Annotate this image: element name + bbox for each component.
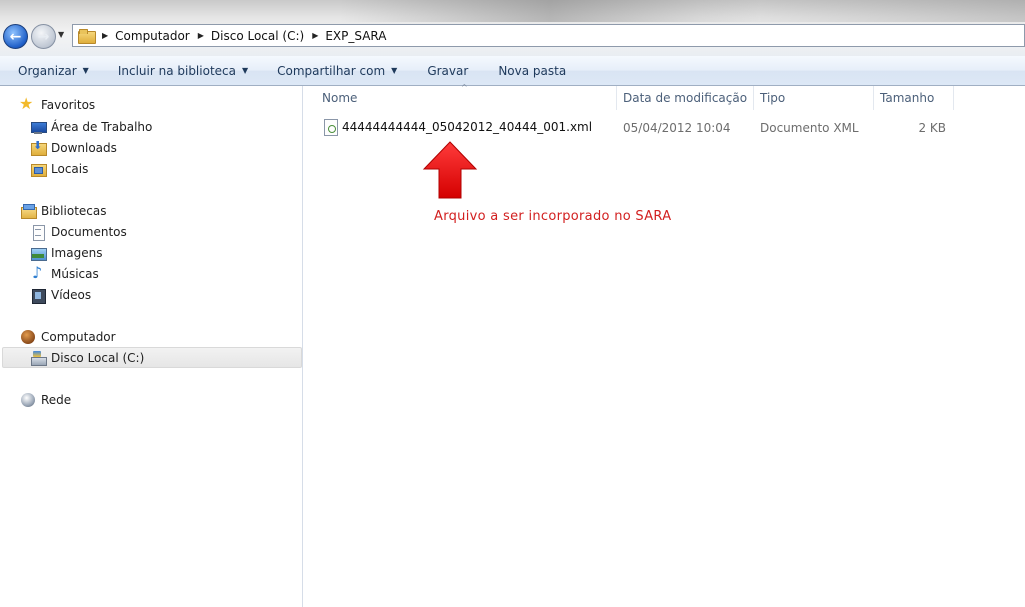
new-folder-label: Nova pasta bbox=[498, 63, 567, 78]
folder-icon bbox=[78, 29, 96, 44]
nav-item-label: Locais bbox=[51, 162, 89, 176]
nav-item-downloads[interactable]: Downloads bbox=[30, 138, 117, 158]
navigation-pane: Favoritos Área de Trabalho Downloads Loc… bbox=[0, 86, 303, 607]
nav-item-local-disk[interactable]: Disco Local (C:) bbox=[30, 348, 144, 368]
column-header-type[interactable]: Tipo bbox=[754, 86, 874, 110]
arrow-right-icon: → bbox=[37, 28, 50, 45]
chevron-down-icon: ▼ bbox=[241, 66, 249, 75]
film-strip-icon bbox=[30, 287, 46, 304]
breadcrumb-separator-icon[interactable]: ▶ bbox=[102, 31, 108, 40]
xml-file-icon bbox=[324, 119, 338, 136]
breadcrumb-separator-icon[interactable]: ▶ bbox=[198, 31, 204, 40]
nav-item-label: Disco Local (C:) bbox=[51, 351, 145, 365]
chevron-down-icon: ▼ bbox=[391, 66, 398, 75]
breadcrumb-local-disk[interactable]: Disco Local (C:) bbox=[211, 29, 304, 43]
file-name: 44444444444_05042012_40444_001.xml bbox=[342, 120, 593, 134]
recent-places-icon bbox=[30, 161, 47, 177]
computer-icon bbox=[20, 329, 36, 345]
organize-label: Organizar bbox=[18, 63, 77, 78]
nav-item-documents[interactable]: Documentos bbox=[30, 222, 127, 242]
star-icon bbox=[19, 94, 36, 113]
window-title-bar: ← → ▼ ▶ Computador ▶ Disco Local (C:) ▶ … bbox=[0, 0, 1025, 56]
nav-item-videos[interactable]: Vídeos bbox=[30, 285, 91, 305]
breadcrumb-computer[interactable]: Computador bbox=[115, 29, 190, 43]
nav-computer-label: Computador bbox=[41, 330, 116, 344]
organize-menu-button[interactable]: Organizar ▼ bbox=[18, 64, 89, 78]
column-header-name[interactable]: Nome bbox=[316, 86, 617, 110]
file-type: Documento XML bbox=[760, 121, 859, 135]
blurred-title-region-right bbox=[700, 0, 1025, 22]
file-size: 2 KB bbox=[918, 121, 946, 135]
back-button[interactable]: ← bbox=[3, 24, 28, 49]
nav-libraries-label: Bibliotecas bbox=[41, 204, 107, 218]
column-header-label: Nome bbox=[322, 91, 358, 105]
nav-item-images[interactable]: Imagens bbox=[30, 243, 102, 263]
blurred-title-region bbox=[340, 0, 760, 22]
file-modified: 05/04/2012 10:04 bbox=[623, 121, 731, 135]
network-icon bbox=[20, 392, 36, 408]
nav-item-label: Documentos bbox=[51, 225, 127, 239]
nav-item-label: Downloads bbox=[51, 141, 117, 155]
nav-network-label: Rede bbox=[41, 393, 72, 407]
column-header-size[interactable]: Tamanho bbox=[874, 86, 954, 110]
nav-item-label: Área de Trabalho bbox=[51, 120, 153, 134]
command-bar: Organizar ▼ Incluir na biblioteca ▼ Comp… bbox=[0, 56, 1025, 86]
address-bar[interactable]: ▶ Computador ▶ Disco Local (C:) ▶ EXP_SA… bbox=[72, 24, 1025, 47]
picture-icon bbox=[30, 245, 47, 261]
music-note-icon bbox=[30, 263, 46, 282]
include-library-label: Incluir na biblioteca bbox=[117, 63, 236, 78]
new-folder-button[interactable]: Nova pasta bbox=[498, 64, 566, 78]
document-icon bbox=[30, 224, 46, 241]
nav-favorites[interactable]: Favoritos bbox=[19, 94, 96, 115]
breadcrumb-separator-icon[interactable]: ▶ bbox=[312, 31, 318, 40]
local-disk-icon bbox=[30, 350, 47, 366]
downloads-folder-icon bbox=[30, 139, 47, 156]
nav-item-label: Vídeos bbox=[51, 288, 92, 302]
red-arrow-up-icon bbox=[422, 141, 478, 199]
column-header-label: Tipo bbox=[760, 91, 786, 105]
chevron-down-icon: ▼ bbox=[82, 66, 89, 75]
share-with-label: Compartilhar com bbox=[277, 63, 386, 78]
file-list-pane: ^ Nome Data de modificação Tipo Tamanho … bbox=[304, 83, 1025, 607]
nav-network[interactable]: Rede bbox=[20, 390, 71, 410]
library-icon bbox=[20, 203, 37, 219]
share-with-menu-button[interactable]: Compartilhar com ▼ bbox=[277, 64, 397, 78]
column-header-label: Data de modificação bbox=[623, 91, 748, 105]
breadcrumb-exp-sara[interactable]: EXP_SARA bbox=[325, 29, 386, 43]
nav-item-places[interactable]: Locais bbox=[30, 159, 88, 179]
nav-computer[interactable]: Computador bbox=[20, 327, 116, 347]
burn-label: Gravar bbox=[427, 63, 469, 78]
nav-libraries[interactable]: Bibliotecas bbox=[20, 201, 106, 221]
forward-button[interactable]: → bbox=[31, 24, 56, 49]
burn-button[interactable]: Gravar bbox=[427, 64, 468, 78]
arrow-left-icon: ← bbox=[9, 28, 22, 45]
nav-favorites-label: Favoritos bbox=[41, 98, 96, 112]
recent-pages-dropdown[interactable]: ▼ bbox=[58, 30, 68, 42]
nav-item-label: Imagens bbox=[51, 246, 103, 260]
nav-item-desktop[interactable]: Área de Trabalho bbox=[30, 117, 152, 137]
nav-item-music[interactable]: Músicas bbox=[30, 263, 99, 284]
column-header-label: Tamanho bbox=[880, 91, 935, 105]
desktop-icon bbox=[30, 119, 47, 135]
include-library-menu-button[interactable]: Incluir na biblioteca ▼ bbox=[118, 64, 248, 78]
annotation-text: Arquivo a ser incorporado no SARA bbox=[434, 209, 672, 224]
nav-item-label: Músicas bbox=[51, 267, 99, 281]
column-header-modified[interactable]: Data de modificação bbox=[617, 86, 754, 110]
chevron-down-icon: ▼ bbox=[58, 30, 65, 39]
